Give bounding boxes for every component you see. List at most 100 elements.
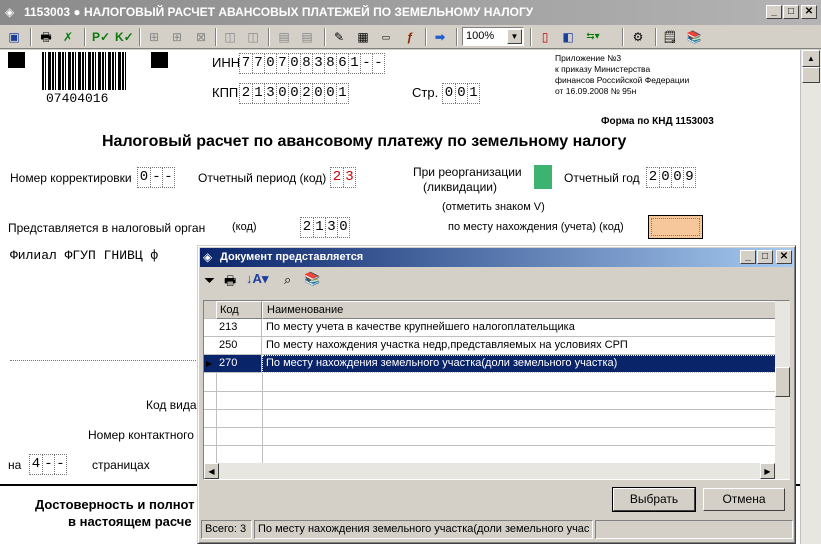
mark-hint: (отметить знаком V): [442, 201, 545, 213]
digit-cell: 2: [300, 84, 312, 103]
inn-label: ИНН: [212, 55, 241, 70]
delete-page-icon[interactable]: ⊠: [193, 29, 209, 45]
digit-cell: 0: [312, 84, 324, 103]
next-page-icon[interactable]: ◫: [245, 29, 261, 45]
cancel-button[interactable]: Отмена: [703, 488, 785, 511]
barcode-number: 07404016: [46, 91, 109, 106]
check-icon[interactable]: P✓: [92, 29, 110, 45]
chevron-down-icon[interactable]: ▼: [507, 29, 522, 44]
digit-cell: 2: [241, 85, 251, 101]
location-code-field[interactable]: [648, 215, 703, 239]
digit-cell: 3: [343, 168, 355, 187]
tax-organ-field[interactable]: 2130: [300, 217, 350, 238]
minimize-button[interactable]: _: [766, 5, 782, 19]
arrow-right-icon[interactable]: ➡: [432, 29, 448, 45]
grid-hscrollbar[interactable]: ◀ ▶: [204, 463, 790, 479]
scroll-left-icon[interactable]: ◀: [204, 463, 219, 479]
edit-icon[interactable]: ✎: [331, 29, 347, 45]
dialog-maximize-button[interactable]: □: [757, 250, 773, 264]
digit-cell: 3: [264, 84, 276, 103]
find-icon[interactable]: ⌕: [284, 272, 291, 288]
inn-field[interactable]: 7707083861--: [239, 53, 385, 74]
help-book-icon[interactable]: 📚: [304, 271, 320, 287]
digit-cell: 3: [312, 54, 324, 73]
digit-cell: 0: [455, 84, 467, 103]
digit-cell: 0: [671, 168, 683, 187]
digit-cell: 8: [324, 54, 336, 73]
calculator-icon[interactable]: ▦: [355, 29, 371, 45]
delete-row-icon[interactable]: ▤: [299, 29, 315, 45]
pages-count-field[interactable]: 4--: [29, 454, 67, 475]
dialog-title: Документ представляется: [220, 251, 364, 263]
digit-cell: -: [150, 168, 162, 187]
export-excel-icon[interactable]: ✗: [60, 29, 76, 45]
page-label: Стр.: [412, 85, 439, 100]
scroll-thumb[interactable]: [802, 67, 820, 83]
document-dialog: ◈ Документ представляется _ □ ✕ ⏷ 🖶 ↓A▾ …: [197, 245, 796, 544]
digit-cell: -: [372, 54, 384, 73]
correction-label: Номер корректировки: [10, 171, 132, 185]
select-button[interactable]: Выбрать: [612, 487, 696, 512]
digit-cell: 0: [288, 54, 300, 73]
digit-cell: 8: [300, 54, 312, 73]
field-icon[interactable]: ▭: [378, 29, 394, 45]
digit-cell: 2: [302, 219, 312, 235]
add-page-icon[interactable]: ⊞: [146, 29, 162, 45]
digit-cell: 9: [683, 168, 695, 187]
correction-field[interactable]: 0--: [137, 167, 175, 188]
add-row-icon[interactable]: ▤: [276, 29, 292, 45]
document-icon[interactable]: ▯: [537, 29, 553, 45]
digit-cell: 0: [139, 169, 149, 185]
copy-icon[interactable]: ◧: [560, 29, 576, 45]
dialog-close-button[interactable]: ✕: [776, 250, 792, 264]
grid-header: Код Наименование: [204, 301, 776, 319]
print-icon[interactable]: 🖶: [38, 29, 54, 45]
zoom-select[interactable]: 100% ▼: [462, 27, 524, 46]
period-field[interactable]: 23: [330, 167, 356, 188]
reliability-text-2: в настоящем расче: [68, 514, 192, 529]
code-label: (код): [232, 221, 257, 233]
column-header-code[interactable]: Код: [216, 301, 262, 319]
digit-cell: 1: [313, 218, 325, 237]
help-book-icon[interactable]: 📚: [686, 29, 702, 45]
maximize-button[interactable]: □: [783, 5, 799, 19]
codes-grid: Код Наименование 213 По месту учета в ка…: [203, 300, 790, 480]
digit-cell: 1: [467, 84, 479, 103]
year-label: Отчетный год: [564, 171, 640, 185]
check-all-icon[interactable]: K✓: [115, 29, 134, 45]
phone-label: Номер контактного: [88, 428, 194, 442]
insert-page-icon[interactable]: ⊞: [169, 29, 185, 45]
sort-icon[interactable]: ↓A▾: [246, 271, 268, 287]
document-scrollbar[interactable]: ▲: [800, 50, 821, 544]
scroll-right-icon[interactable]: ▶: [760, 463, 775, 479]
scroll-up-icon[interactable]: ▲: [802, 50, 820, 67]
digit-cell: 0: [264, 54, 276, 73]
digit-cell: 7: [276, 54, 288, 73]
column-header-name[interactable]: Наименование: [262, 301, 776, 319]
grid-vscrollbar[interactable]: [775, 301, 790, 463]
save-icon[interactable]: ▣: [6, 29, 22, 45]
app-icon: ◈: [5, 5, 15, 19]
filter-icon[interactable]: ⏷: [204, 272, 215, 289]
dialog-minimize-button[interactable]: _: [740, 250, 756, 264]
table-row[interactable]: 250 По месту нахождения участка недр,пре…: [204, 337, 776, 355]
digit-cell: 0: [337, 218, 349, 237]
reorg-label-2: (ликвидации): [423, 180, 497, 194]
kpp-field[interactable]: 213002001: [239, 83, 349, 104]
settings-icon[interactable]: ⚙: [630, 29, 646, 45]
row-pointer-icon: ▶: [206, 359, 213, 368]
print-icon[interactable]: 🖶: [224, 272, 236, 294]
status-current: По месту нахождения земельного участка(д…: [254, 520, 593, 539]
close-button[interactable]: ✕: [801, 5, 817, 19]
reorg-checkbox[interactable]: [534, 165, 552, 189]
table-row-selected[interactable]: ▶ 270 По месту нахождения земельного уча…: [204, 355, 776, 373]
table-row[interactable]: 213 По месту учета в качестве крупнейшег…: [204, 319, 776, 337]
prev-page-icon[interactable]: ◫: [222, 29, 238, 45]
toolbar: ▣ 🖶 ✗ P✓ K✓ ⊞ ⊞ ⊠ ◫ ◫ ▤ ▤ ✎ ▦ ▭ ƒ ➡ 100%…: [0, 25, 821, 49]
formula-icon[interactable]: ƒ: [402, 29, 418, 45]
note-icon[interactable]: 🗒: [662, 29, 678, 45]
digit-cell: -: [42, 455, 54, 474]
grid-scroll-thumb[interactable]: [775, 367, 790, 397]
tools-icon[interactable]: ⇆▾: [585, 29, 601, 45]
year-field[interactable]: 2009: [646, 167, 696, 188]
